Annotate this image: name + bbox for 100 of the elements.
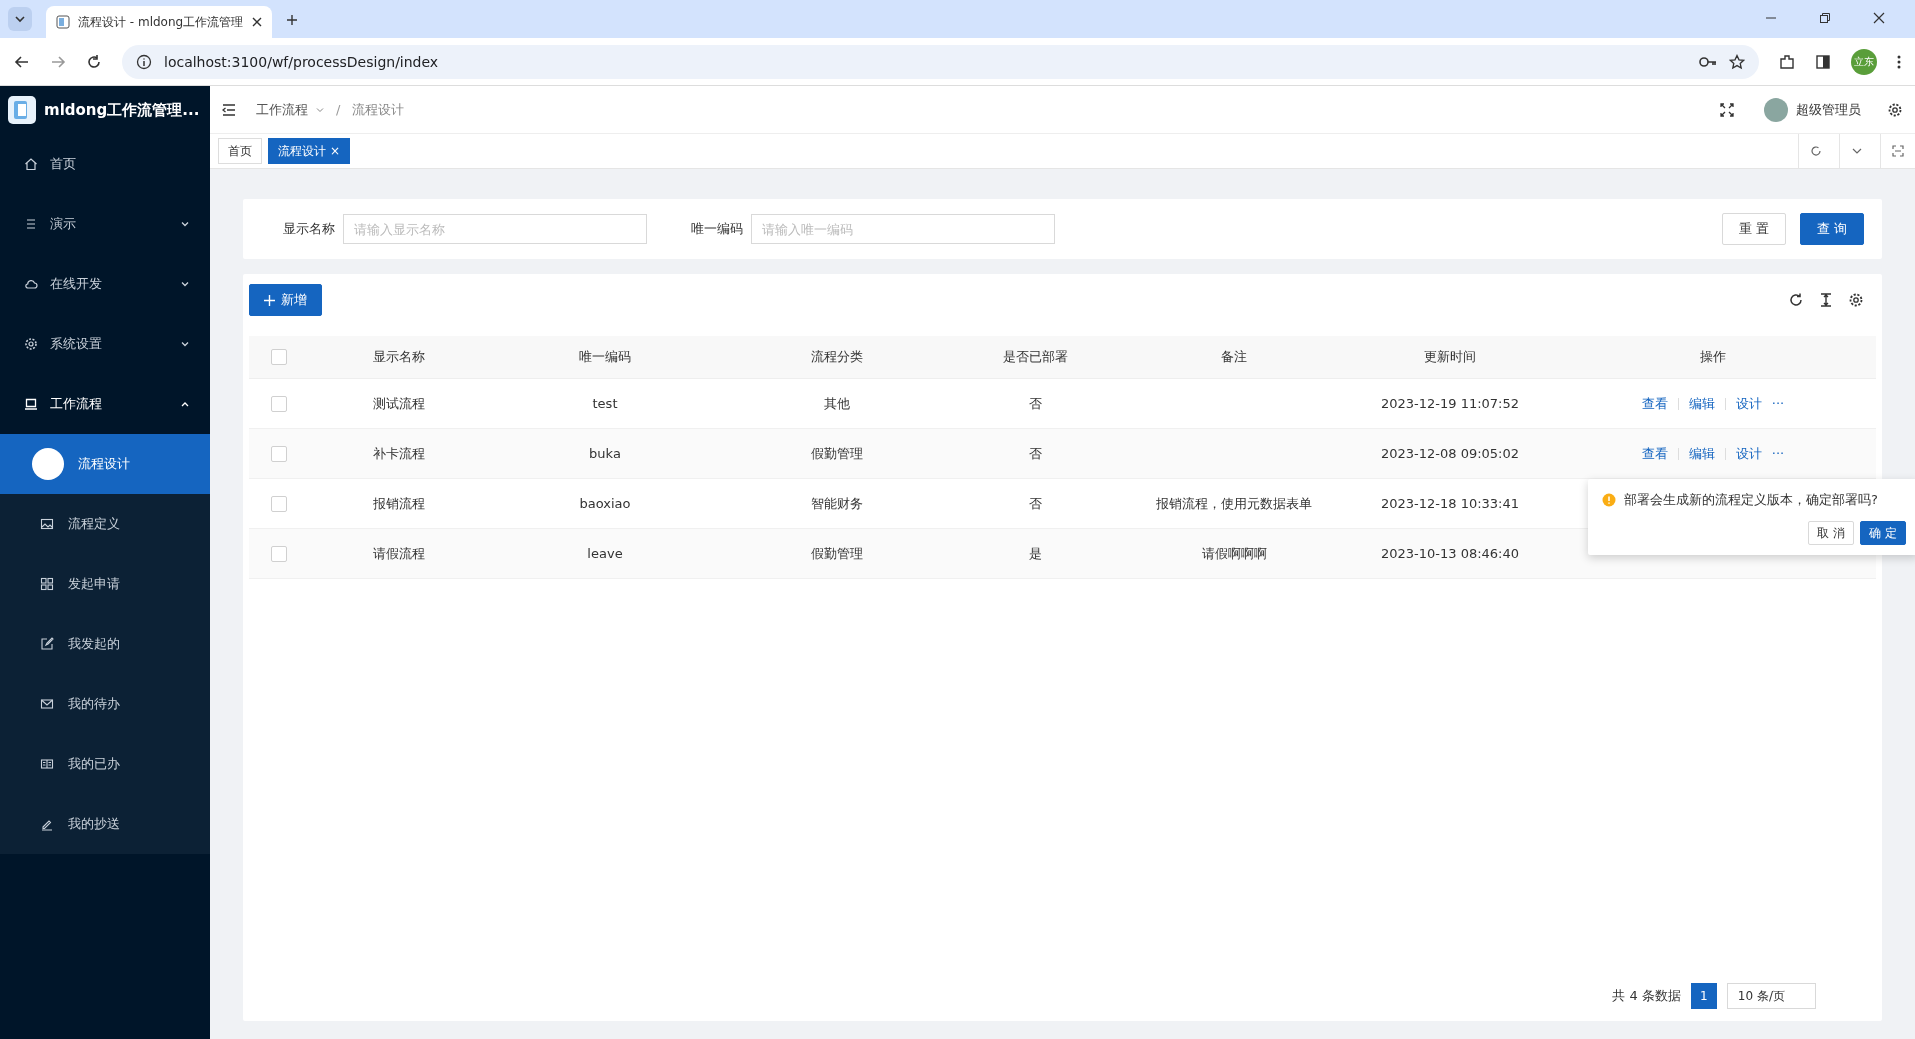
circle-icon <box>32 448 64 480</box>
checkbox[interactable] <box>271 445 287 462</box>
table-cell-text: 补卡流程 <box>372 444 426 463</box>
menu-fold-icon[interactable] <box>222 102 236 117</box>
user-avatar[interactable] <box>1764 97 1788 122</box>
menu-label: 演示 <box>50 215 77 233</box>
sidebar-icon[interactable] <box>1815 53 1831 70</box>
warning-icon <box>1602 493 1616 507</box>
url-text: localhost:3100/wf/processDesign/index <box>164 53 439 70</box>
menu-icon <box>40 637 54 651</box>
puzzle-icon[interactable] <box>1779 53 1795 70</box>
info-icon[interactable] <box>136 53 152 70</box>
more-icon[interactable] <box>1897 54 1901 69</box>
refresh-icon[interactable] <box>1788 292 1804 308</box>
pagination-total: 共 4 条数据 <box>1612 987 1681 1005</box>
table-cell-text: 其他 <box>823 394 851 413</box>
fullscreen-icon[interactable] <box>1720 102 1734 117</box>
checkbox[interactable] <box>271 395 287 412</box>
new-tab-icon[interactable] <box>286 14 298 26</box>
cancel-button[interactable]: 取 消 <box>1808 521 1855 545</box>
page-button[interactable]: 1 <box>1690 983 1717 1009</box>
reset-button[interactable]: 重 置 <box>1721 213 1786 245</box>
action-link[interactable]: 设计 <box>1735 444 1762 463</box>
page-tab[interactable]: 流程设计 × <box>268 138 351 164</box>
checkbox[interactable] <box>271 545 287 562</box>
submenu-item[interactable]: 我的待办 <box>0 674 210 734</box>
star-icon[interactable] <box>1729 53 1745 70</box>
add-button[interactable]: 新增 <box>249 284 322 316</box>
table-cell-text: 2023-12-18 10:33:41 <box>1379 496 1521 511</box>
confirm-button[interactable]: 确 定 <box>1860 521 1906 545</box>
table-cell-text: 否 <box>1028 394 1043 413</box>
search-button[interactable]: 查 询 <box>1799 213 1864 245</box>
submenu-label: 我的已办 <box>68 755 120 773</box>
menu-item[interactable]: 在线开发 <box>0 254 210 314</box>
column-header: 备注 <box>1220 348 1248 366</box>
submenu-item[interactable]: 流程设计 <box>0 434 210 494</box>
checkbox[interactable] <box>271 349 287 365</box>
address-bar[interactable]: localhost:3100/wf/processDesign/index <box>122 44 1759 79</box>
browser-tab[interactable]: 流程设计 - mldong工作流管理 <box>46 6 272 38</box>
table-cell-text: 测试流程 <box>372 394 426 413</box>
menu-icon <box>40 577 54 591</box>
menu-icon <box>40 757 54 771</box>
table-cell-text: 2023-12-19 11:07:52 <box>1379 396 1521 411</box>
menu-icon <box>24 277 38 291</box>
close-icon[interactable]: × <box>330 144 341 158</box>
table-cell-text: 否 <box>1028 444 1043 463</box>
menu-icon <box>24 397 38 411</box>
table-cell-text: 否 <box>1028 494 1043 513</box>
close-icon[interactable] <box>252 17 262 27</box>
menu-item[interactable]: 首页 <box>0 134 210 194</box>
close-icon[interactable] <box>1873 12 1885 24</box>
table-cell-text: 请假啊啊啊 <box>1200 544 1268 563</box>
breadcrumb-link[interactable]: 工作流程 <box>256 100 308 119</box>
restore-icon[interactable] <box>1819 12 1831 24</box>
settings-icon[interactable] <box>1887 101 1903 118</box>
submenu-item[interactable]: 流程定义 <box>0 494 210 554</box>
menu-icon <box>40 697 54 711</box>
tab-menu-icon[interactable] <box>8 7 32 31</box>
back-icon[interactable] <box>14 53 30 70</box>
menu-icon <box>40 517 54 531</box>
key-icon[interactable] <box>1699 55 1717 68</box>
checkbox[interactable] <box>271 495 287 512</box>
menu-item[interactable]: 演示 <box>0 194 210 254</box>
field-label: 显示名称 <box>283 220 335 238</box>
action-link[interactable]: 编辑 <box>1688 394 1715 413</box>
reload-icon[interactable] <box>86 53 102 70</box>
submenu-item[interactable]: 发起申请 <box>0 554 210 614</box>
chevron-icon <box>180 339 190 349</box>
breadcrumb-link[interactable]: 流程设计 <box>352 100 405 119</box>
action-link[interactable]: 设计 <box>1735 394 1762 413</box>
user-name[interactable]: 超级管理员 <box>1796 100 1861 119</box>
page-size-select[interactable]: 10 条/页 <box>1726 983 1816 1009</box>
page-icon <box>56 15 70 29</box>
settings-icon[interactable] <box>1848 292 1864 308</box>
column-height-icon[interactable] <box>1818 292 1834 308</box>
action-link[interactable]: 编辑 <box>1688 444 1715 463</box>
menu-item[interactable]: 系统设置 <box>0 314 210 374</box>
table-cell-text: baoxiao <box>578 496 632 511</box>
menu-item[interactable]: 工作流程 <box>0 374 210 434</box>
action-link[interactable]: 查看 <box>1641 394 1668 413</box>
table-cell-text: 假勤管理 <box>810 444 864 463</box>
logo-icon <box>8 96 36 124</box>
chevron-icon <box>180 279 190 289</box>
submenu-label: 我发起的 <box>68 635 120 653</box>
menu-label: 工作流程 <box>50 395 103 413</box>
submenu-label: 流程定义 <box>68 515 120 533</box>
chevron-icon <box>180 219 190 229</box>
forward-icon[interactable] <box>50 53 66 70</box>
more-link[interactable]: ··· <box>1771 446 1785 461</box>
table-cell-text: 智能财务 <box>810 494 864 513</box>
action-link[interactable]: 查看 <box>1641 444 1668 463</box>
submenu-item[interactable]: 我发起的 <box>0 614 210 674</box>
submenu-item[interactable]: 我的抄送 <box>0 794 210 854</box>
page-tab[interactable]: 首页 <box>218 138 262 164</box>
column-header: 显示名称 <box>372 348 426 366</box>
submenu-item[interactable]: 我的已办 <box>0 734 210 794</box>
input-field[interactable]: 请输入显示名称 <box>343 214 647 244</box>
table-cell-text: test <box>591 396 619 411</box>
more-link[interactable]: ··· <box>1771 396 1785 411</box>
table-cell-text: 是 <box>1028 544 1043 563</box>
